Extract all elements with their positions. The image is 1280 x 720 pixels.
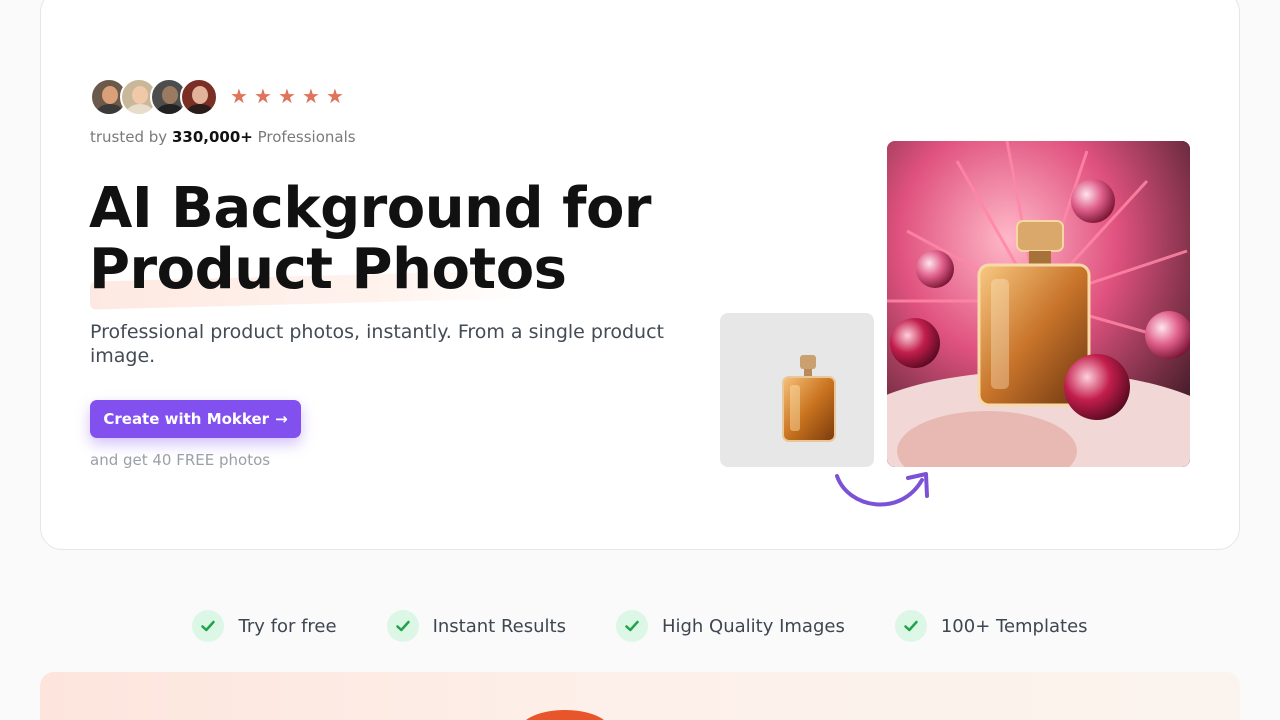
feature-label: Try for free: [238, 615, 337, 637]
feature-label: 100+ Templates: [940, 615, 1088, 637]
rating-stars: ★ ★ ★ ★ ★: [230, 86, 346, 106]
feature-label: Instant Results: [432, 615, 566, 637]
arrow-right-icon: →: [275, 410, 288, 428]
cta-label: Create with Mokker: [103, 410, 270, 428]
trusted-count: 330,000+: [171, 128, 253, 146]
star-icon: ★: [302, 84, 320, 108]
next-section-banner: [40, 672, 1240, 720]
check-icon: [192, 610, 225, 642]
check-icon: [615, 610, 648, 642]
feature-item: 100+ Templates: [894, 610, 1088, 642]
star-icon: ★: [230, 84, 248, 108]
check-icon: [894, 610, 927, 642]
feature-label: High Quality Images: [661, 615, 845, 637]
trusted-suffix: Professionals: [257, 128, 356, 146]
star-icon: ★: [326, 84, 344, 108]
check-icon: [386, 610, 419, 642]
cta-note: and get 40 FREE photos: [90, 451, 271, 469]
perfume-scene-image: [887, 141, 1190, 467]
feature-item: High Quality Images: [615, 610, 845, 642]
avatar: [180, 78, 218, 116]
headline-line-1: AI Background for: [89, 176, 652, 241]
trusted-by-text: trusted by 330,000+ Professionals: [90, 128, 356, 146]
trusted-prefix: trusted by: [90, 128, 168, 146]
decorative-blob: [520, 710, 610, 720]
original-product-image: [720, 313, 874, 467]
avatar-group: [90, 78, 218, 116]
perfume-bottle-icon: [782, 355, 836, 442]
curved-arrow-icon: [835, 472, 929, 507]
feature-item: Instant Results: [386, 610, 566, 642]
star-icon: ★: [254, 84, 272, 108]
hero-subtitle: Professional product photos, instantly. …: [90, 321, 664, 367]
create-with-mokker-button[interactable]: Create with Mokker →: [90, 400, 301, 438]
feature-list: Try for free Instant Results High Qualit…: [0, 610, 1280, 642]
feature-item: Try for free: [192, 610, 337, 642]
generated-product-image: [887, 141, 1190, 467]
star-icon: ★: [278, 84, 296, 108]
page-title: AI Background for Product Photos: [89, 178, 709, 300]
headline-line-2: Product Photos: [89, 237, 567, 302]
